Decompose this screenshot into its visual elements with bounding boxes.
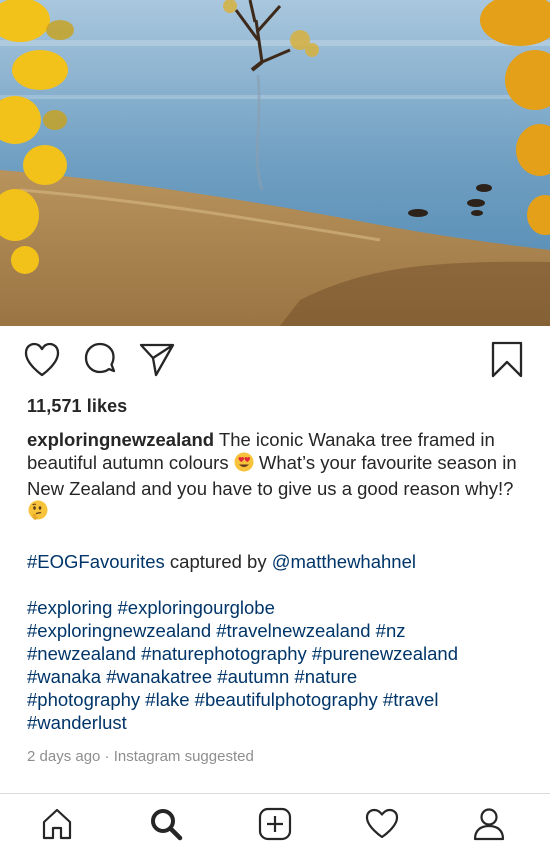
thinking-emoji xyxy=(27,500,49,527)
post-photo[interactable] xyxy=(0,0,550,326)
credit-text: captured by xyxy=(164,551,272,572)
hashtag[interactable]: #travel xyxy=(383,689,439,710)
hashtag[interactable]: #lake xyxy=(145,689,189,710)
profile-icon[interactable] xyxy=(469,804,509,844)
heart-icon[interactable] xyxy=(22,340,62,385)
hashtag[interactable]: #autumn xyxy=(217,666,289,687)
hashtag[interactable]: #wanderlust xyxy=(27,712,127,733)
hashtag[interactable]: #exploring xyxy=(27,597,112,618)
bookmark-icon[interactable] xyxy=(487,340,527,385)
hashtag[interactable]: #purenewzealand xyxy=(312,643,458,664)
hashtag[interactable]: #nz xyxy=(376,620,406,641)
share-icon[interactable] xyxy=(137,340,177,385)
mention-matthewhahnel[interactable]: @matthewhahnel xyxy=(272,551,416,572)
hashtag-list: #exploring #exploringourglobe #exploring… xyxy=(27,596,532,734)
bottom-tab-bar xyxy=(0,794,550,854)
search-icon[interactable] xyxy=(146,804,186,844)
hashtag[interactable]: #wanakatree xyxy=(106,666,212,687)
hashtag[interactable]: #wanaka xyxy=(27,666,101,687)
hashtag[interactable]: #nature xyxy=(294,666,357,687)
heart-eyes-emoji xyxy=(234,452,254,477)
hashtag-eogfavourites[interactable]: #EOGFavourites xyxy=(27,551,165,572)
wanaka-tree-photo xyxy=(0,0,550,326)
hashtag[interactable]: #exploringourglobe xyxy=(118,597,275,618)
hashtag[interactable]: #exploringnewzealand xyxy=(27,620,211,641)
post-actions xyxy=(0,340,550,380)
hashtag[interactable]: #naturephotography xyxy=(141,643,307,664)
username-link[interactable]: exploringnewzealand xyxy=(27,429,214,450)
post-caption: exploringnewzealand The iconic Wanaka tr… xyxy=(27,428,532,734)
activity-heart-icon[interactable] xyxy=(362,804,402,844)
add-post-icon[interactable] xyxy=(255,804,295,844)
comment-icon[interactable] xyxy=(80,340,120,385)
hashtag[interactable]: #travelnewzealand xyxy=(216,620,370,641)
hashtag[interactable]: #newzealand xyxy=(27,643,136,664)
post-timestamp: 2 days ago · Instagram suggested xyxy=(27,748,254,765)
home-icon[interactable] xyxy=(37,804,77,844)
hashtag[interactable]: #photography xyxy=(27,689,140,710)
likes-count[interactable]: 11,571 likes xyxy=(27,396,127,417)
hashtag[interactable]: #beautifulphotography xyxy=(195,689,378,710)
